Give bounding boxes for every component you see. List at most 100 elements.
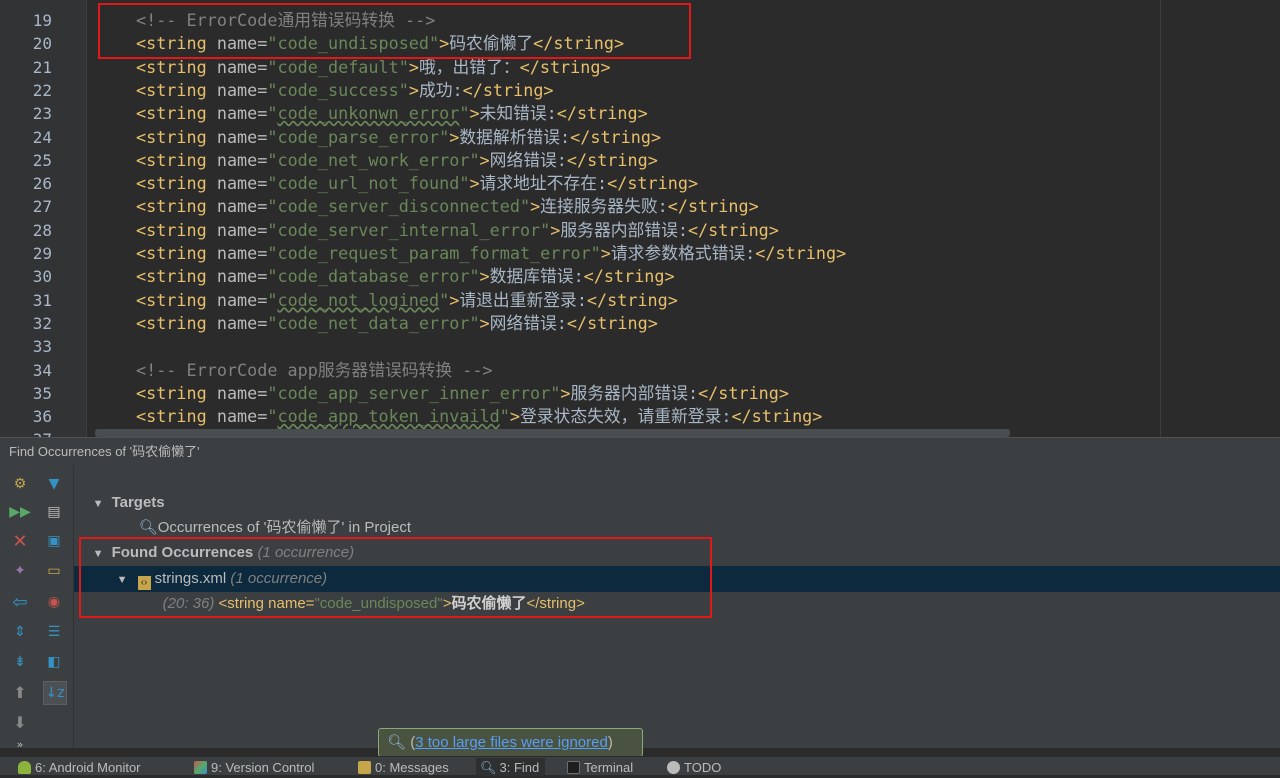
tree-node-targets[interactable]: ▼ Targets [74,465,165,511]
xml-gt: > [408,56,419,77]
code-line[interactable]: <string name="code_net_data_error">网络错误:… [136,312,658,335]
xml-tag-close: </string> [755,243,847,263]
code-line[interactable]: <string name="code_database_error">数据库错误… [136,265,675,288]
code-editor[interactable]: 19 20 21 22 23 24 25 26 27 28 29 30 31 32 33 34 35 3637 <… [0,0,1280,437]
expand-all-icon[interactable]: ⇕ [9,621,31,643]
tool-tab-todo[interactable]: TODO [667,758,721,776]
package-icon[interactable]: ▭ [43,560,65,582]
code-line[interactable]: <string name="code_server_internal_error… [136,219,779,242]
collapse-all-icon[interactable]: ⇟ [9,651,31,673]
xml-quote: " [267,126,278,147]
xml-attr-name: name= [206,406,268,427]
xml-text: 登录状态失效，请重新登录: [519,406,732,427]
tool-tab-find[interactable]: 🔍︎ 3: Find [476,758,546,776]
xml-attr-value: code_database_error [277,266,470,287]
code-line[interactable]: <string name="code_success">成功:</string> [136,79,554,102]
code-line[interactable]: <string name="code_default">哦，出错了：</stri… [136,56,611,79]
horizontal-scrollbar[interactable] [95,429,1010,437]
ignored-files-tooltip: 🔍︎ (3 too large files were ignored) [378,728,643,757]
settings-icon[interactable]: ⚙ [9,473,31,495]
xml-attr-value: code_server_disconnected [277,196,520,217]
tool-tab-label: 6: Android Monitor [35,760,141,775]
tool-tab-android-monitor[interactable]: 6: Android Monitor [18,758,141,776]
xml-quote: " [459,173,470,194]
xml-tag-close: </string> [566,149,658,170]
code-line[interactable]: <string name="code_not_logined">请退出重新登录:… [136,289,678,312]
code-line[interactable]: <string name="code_parse_error">数据解析错误:<… [136,126,661,149]
xml-attr-name: name= [206,126,268,147]
xml-quote: " [267,406,278,427]
tool-tab-version-control[interactable]: 9: Version Control [194,758,314,776]
group-icon[interactable]: ▤ [43,501,65,523]
merge-icon[interactable]: ▣ [43,530,65,552]
xml-tag-open: <string [136,56,207,77]
xml-quote: " [267,149,278,170]
xml-text: 请求地址不存在: [479,173,608,194]
xml-gt: > [530,196,541,217]
xml-tag-close: </string> [667,196,759,217]
flatten-icon[interactable]: ☰ [43,621,65,643]
code-line[interactable]: <string name="code_url_not_found">请求地址不存… [136,172,698,195]
xml-gt: > [479,312,490,333]
back-arrow-icon[interactable]: ⇦ [9,591,31,613]
code-line[interactable]: <string name="code_unkonwn_error">未知错误:<… [136,102,648,125]
xml-attr-value: code_net_work_error [277,149,470,170]
rerun-icon[interactable]: ▶▶ [9,501,31,523]
xml-quote: " [550,382,561,403]
xml-tag-open: <string [136,149,207,170]
xml-text: 数据库错误: [489,266,584,287]
preview-icon[interactable]: ◧ [43,651,65,673]
code-line[interactable]: <string name="code_app_server_inner_erro… [136,382,789,405]
line-number: 21 [32,57,52,77]
xml-tag-close: </string> [570,126,662,147]
xml-gt: > [479,266,490,287]
xml-attr-name: name= [206,149,268,170]
xml-tag-close: </string> [687,219,779,240]
highlight-box-results [79,537,712,618]
code-line[interactable]: <string name="code_request_param_format_… [136,242,846,265]
down-arrow-icon[interactable]: ⬇ [9,711,31,733]
xml-tag-close: </string> [698,382,789,403]
tree-node-target-item[interactable]: 🔍︎Occurrences of '码农偷懒了' in Project [122,490,411,536]
xml-text: 哦，出错了： [418,56,520,77]
tool-tab-label: TODO [684,760,722,775]
xml-quote: " [519,196,531,217]
xml-tag-open: <string [136,243,207,263]
xml-quote: " [267,289,278,310]
module-icon[interactable]: ◉ [43,591,65,613]
xml-quote: " [398,56,409,77]
xml-attr-value: code_app_token_invaild [277,406,500,427]
line-number: 25 [32,150,52,170]
xml-gt: > [449,289,460,310]
xml-attr-name: name= [206,312,268,333]
line-number: 26 [32,174,52,194]
xml-attr-value: code_not_logined [277,289,440,310]
line-number: 20 [32,34,52,54]
xml-text: 未知错误: [479,103,557,124]
xml-tag-close: </string> [731,406,823,427]
tool-tab-terminal[interactable]: Terminal [567,758,633,776]
xml-text: 成功: [418,79,463,100]
close-icon[interactable]: ✕ [9,530,31,552]
code-line[interactable]: <string name="code_app_token_invaild">登录… [136,405,822,428]
code-line[interactable]: <string name="code_server_disconnected">… [136,195,759,218]
line-number: 32 [32,313,52,333]
line-number: 35 [32,383,52,403]
xml-quote: " [459,103,470,124]
filter-icon[interactable]: ▼ [43,473,65,495]
sort-icon[interactable]: ↓z [43,681,67,705]
xml-attr-name: name= [206,173,268,194]
line-number: 37 [33,428,52,437]
tool-tab-messages[interactable]: 0: Messages [358,758,449,776]
xml-quote: " [267,243,278,263]
up-arrow-icon[interactable]: ⬆ [9,681,31,703]
ignored-files-link[interactable]: 3 too large files were ignored [415,734,608,751]
more-icon[interactable]: » [9,733,31,755]
xml-quote: " [540,219,551,240]
code-line[interactable]: <string name="code_net_work_error">网络错误:… [136,149,658,172]
code-line[interactable]: <!-- ErrorCode app服务器错误码转换 --> [136,359,493,382]
xml-quote: " [267,56,278,77]
pin-icon[interactable]: ✦ [9,560,31,582]
terminal-icon [567,761,580,774]
expand-arrow-icon[interactable]: ▼ [91,498,112,510]
